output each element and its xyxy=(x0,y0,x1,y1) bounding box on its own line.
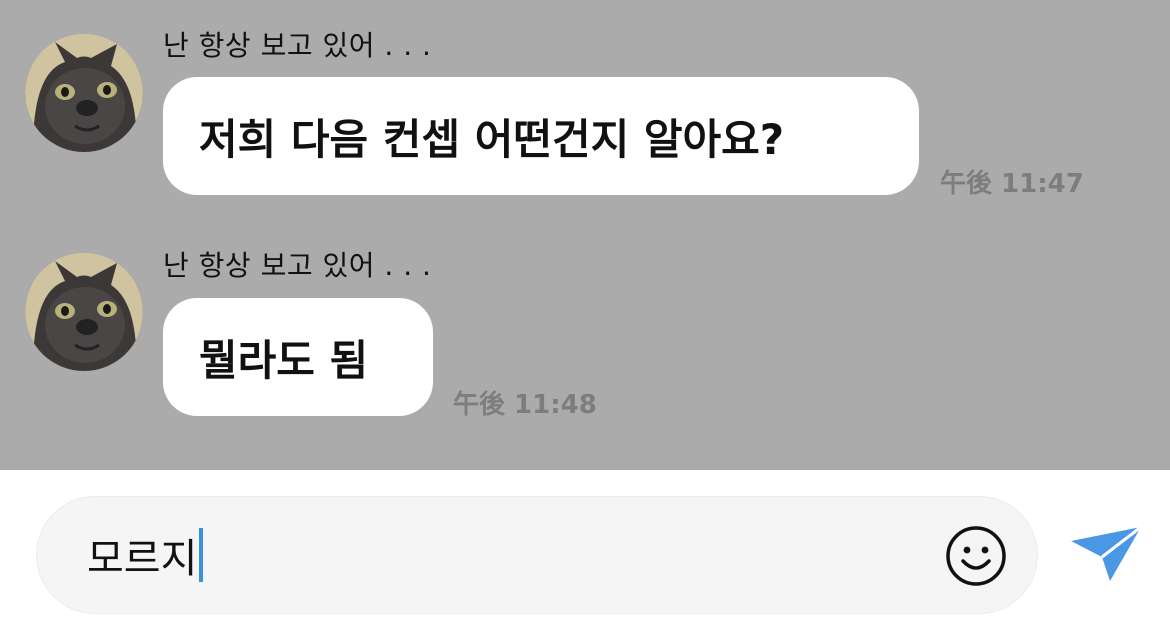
chat-area: 난 항상 보고 있어 . . . 저희 다음 컨셉 어떤건지 알아요? 午後 1… xyxy=(0,0,1170,470)
message-input[interactable]: 모르지 xyxy=(87,527,204,583)
cat-avatar-image xyxy=(25,34,143,152)
sender-name: 난 항상 보고 있어 . . . xyxy=(163,249,432,282)
text-caret xyxy=(199,528,204,582)
message-bubble[interactable]: 저희 다음 컨셉 어떤건지 알아요? xyxy=(163,77,919,195)
message-bubble[interactable]: 뭘라도 됨 xyxy=(163,298,433,416)
paper-plane-icon[interactable] xyxy=(1068,523,1144,585)
message-text: 뭘라도 됨 xyxy=(199,335,369,385)
cat-avatar-image xyxy=(25,253,143,371)
sender-name: 난 항상 보고 있어 . . . xyxy=(163,29,432,62)
message-text: 저희 다음 컨셉 어떤건지 알아요? xyxy=(199,114,785,164)
avatar[interactable] xyxy=(25,34,143,152)
smiley-icon[interactable] xyxy=(945,525,1007,587)
message-timestamp: 午後 11:47 xyxy=(940,169,1084,199)
avatar[interactable] xyxy=(25,253,143,371)
message-input-value: 모르지 xyxy=(87,536,198,582)
message-timestamp: 午後 11:48 xyxy=(453,390,597,420)
message-input-bar[interactable]: 모르지 xyxy=(36,496,1038,614)
